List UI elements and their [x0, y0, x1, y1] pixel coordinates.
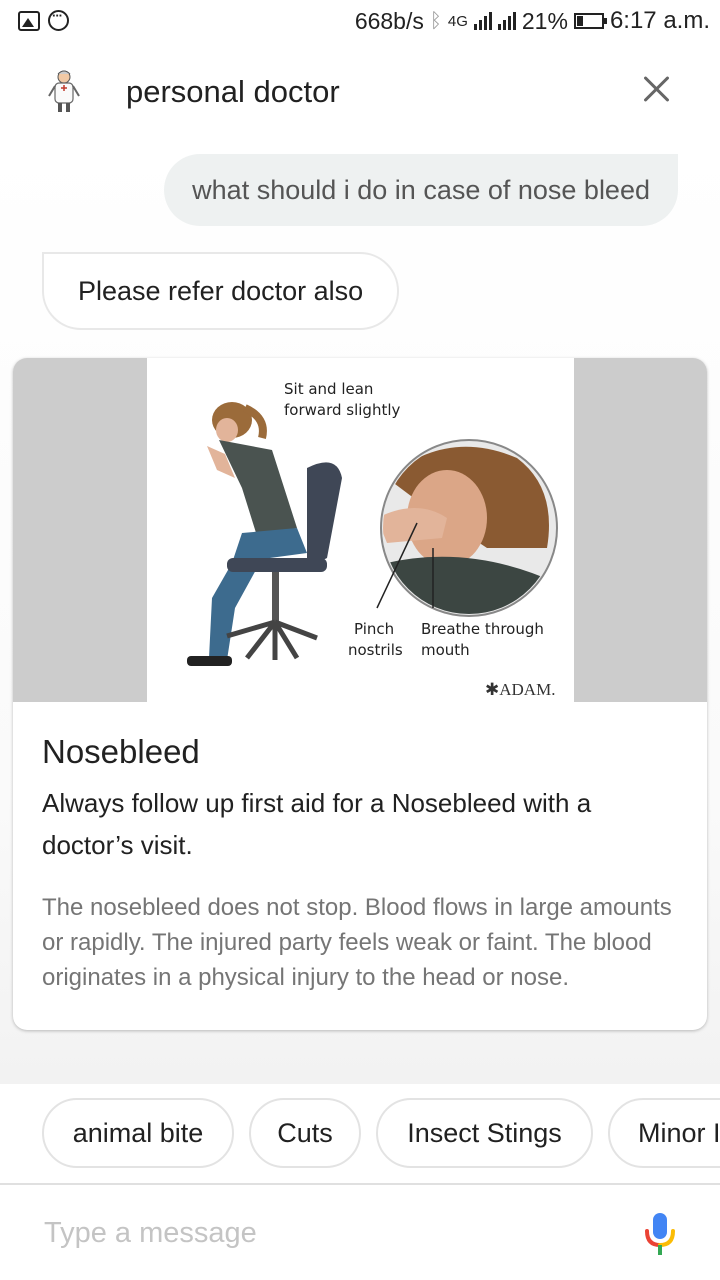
adam-logo: ✱ADAM.: [485, 680, 555, 699]
battery-percent: 21%: [521, 7, 568, 34]
conversation: what should i do in case of nose bleed P…: [0, 140, 720, 1084]
app-screen: 668b/s ᛒ 4G 21% 6:17 a.m. personal docto…: [0, 0, 720, 1280]
message-input[interactable]: [44, 1211, 604, 1255]
signal-icon-2: [497, 12, 516, 30]
image-notification-icon: [18, 10, 40, 31]
chat-title: personal doctor: [126, 74, 340, 109]
suggestion-chips: animal bite Cuts Insect Stings Minor I: [0, 1084, 720, 1184]
adam-brand: ADAM.: [499, 680, 555, 699]
signal-icon: [473, 12, 492, 30]
chip-cuts[interactable]: Cuts: [249, 1098, 361, 1168]
label-breathe-1: Breathe through: [421, 620, 544, 638]
label-pinch-2: nostrils: [348, 641, 403, 659]
bot-message: Please refer doctor also: [42, 252, 400, 330]
card-body: Nosebleed Always follow up first aid for…: [13, 702, 707, 995]
battery-icon: [573, 13, 607, 29]
network-type: 4G: [447, 12, 468, 30]
network-speed: 668b/s: [354, 7, 424, 34]
label-sit-2: forward slightly: [284, 401, 401, 419]
close-icon[interactable]: [636, 70, 678, 112]
nosebleed-figure: Sit and lean forward slightly Pinch nost…: [187, 380, 558, 699]
label-breathe-2: mouth: [421, 641, 470, 659]
clock: 6:17 a.m.: [609, 7, 710, 34]
label-sit-1: Sit and lean: [284, 380, 373, 398]
chip-minor-injuries[interactable]: Minor I: [608, 1098, 720, 1168]
card-subtitle: Always follow up first aid for a Noseble…: [42, 787, 592, 860]
bluetooth-icon: ᛒ: [429, 9, 442, 32]
card-title: Nosebleed: [42, 733, 200, 770]
doctor-avatar: [48, 70, 80, 112]
card-description: The nosebleed does not stop. Blood flows…: [42, 893, 672, 991]
nosebleed-illustration: Sit and lean forward slightly Pinch nost…: [147, 358, 574, 702]
chat-header: personal doctor: [0, 44, 720, 140]
card-image-area: Sit and lean forward slightly Pinch nost…: [13, 358, 707, 702]
label-pinch-1: Pinch: [354, 620, 394, 638]
chat-notification-icon: [48, 8, 69, 31]
chip-animal-bite[interactable]: animal bite: [42, 1098, 234, 1168]
info-card[interactable]: Sit and lean forward slightly Pinch nost…: [13, 358, 707, 1030]
user-message: what should i do in case of nose bleed: [164, 154, 678, 226]
status-indicators: 668b/s ᛒ 4G 21% 6:17 a.m.: [355, 7, 710, 35]
status-bar: 668b/s ᛒ 4G 21% 6:17 a.m.: [0, 0, 720, 44]
message-composer: [0, 1185, 720, 1280]
notification-icons: [18, 8, 69, 31]
chip-insect-stings[interactable]: Insect Stings: [376, 1098, 593, 1168]
microphone-icon[interactable]: [640, 1211, 680, 1257]
